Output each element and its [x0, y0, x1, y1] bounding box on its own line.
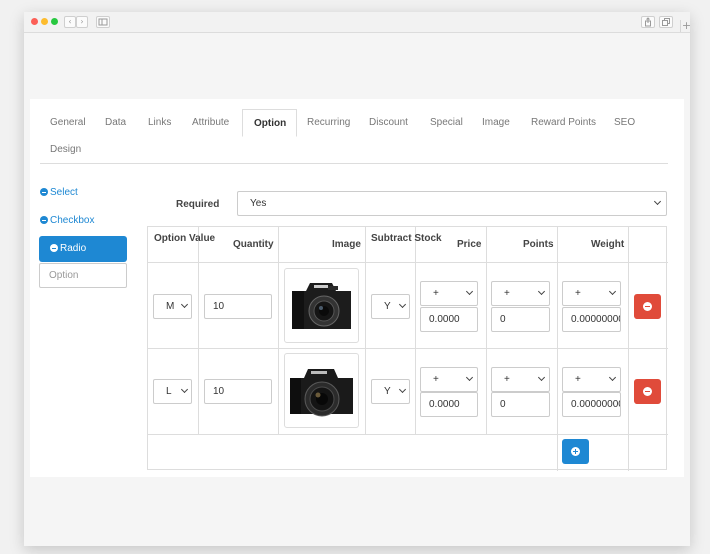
share-icon[interactable]	[641, 16, 655, 28]
price-input[interactable]: 0.0000	[420, 392, 478, 417]
chevron-down-icon	[537, 287, 546, 296]
plus-circle-icon	[571, 447, 580, 456]
close-window-button[interactable]	[31, 18, 38, 25]
form-tabs: General Data Links Attribute Option Recu…	[40, 109, 668, 164]
forward-arrow-icon[interactable]: ›	[76, 16, 88, 28]
sidebar-item-checkbox[interactable]: Checkbox	[40, 215, 94, 226]
sidebar-item-radio[interactable]: Radio	[39, 236, 127, 262]
sidebar-item-label: Radio	[60, 243, 87, 254]
chevron-down-icon	[398, 385, 407, 394]
points-prefix: +	[504, 288, 510, 299]
chevron-down-icon	[653, 197, 662, 206]
product-form-panel: General Data Links Attribute Option Recu…	[30, 99, 684, 477]
header-points: Points	[523, 239, 554, 250]
tab-seo[interactable]: SEO	[614, 117, 635, 128]
price-prefix-select[interactable]: +	[420, 367, 478, 392]
chevron-down-icon	[608, 373, 617, 382]
sidebar-item-select[interactable]: Select	[40, 187, 78, 198]
required-select[interactable]: Yes	[237, 191, 667, 216]
camera-photo-icon	[292, 283, 351, 329]
back-arrow-icon[interactable]: ‹	[64, 16, 76, 28]
option-image-thumbnail[interactable]	[284, 353, 359, 428]
option-image-thumbnail[interactable]	[284, 268, 359, 343]
required-label: Required	[176, 199, 220, 210]
camera-photo-icon	[290, 369, 353, 417]
weight-prefix-select[interactable]: +	[562, 367, 621, 392]
minus-circle-icon	[40, 216, 48, 224]
tab-discount[interactable]: Discount	[369, 117, 408, 128]
tab-data[interactable]: Data	[105, 117, 126, 128]
minus-circle-icon	[40, 188, 48, 196]
chevron-down-icon	[180, 385, 189, 394]
subtract-stock-value: Y	[384, 386, 391, 397]
remove-option-button[interactable]	[634, 294, 661, 319]
chevron-down-icon	[537, 373, 546, 382]
required-value: Yes	[250, 198, 267, 209]
sidebar-item-label: Checkbox	[50, 215, 95, 226]
header-weight: Weight	[591, 239, 625, 250]
header-option-value: Option Value	[154, 233, 216, 244]
points-input[interactable]: 0	[491, 307, 550, 332]
sidebar-item-label: Select	[50, 187, 78, 198]
minus-circle-icon	[643, 302, 652, 311]
header-quantity: Quantity	[233, 239, 274, 250]
option-value: M	[166, 301, 175, 312]
minus-circle-icon	[643, 387, 652, 396]
quantity-input[interactable]: 10	[204, 379, 272, 404]
option-value-select[interactable]: M	[153, 294, 192, 319]
weight-prefix-select[interactable]: +	[562, 281, 621, 306]
tab-image[interactable]: Image	[482, 117, 510, 128]
chevron-down-icon	[398, 300, 407, 309]
points-input[interactable]: 0	[491, 392, 550, 417]
sidebar-toggle-icon[interactable]	[96, 16, 110, 28]
option-value: L	[166, 386, 172, 397]
chevron-down-icon	[465, 373, 474, 382]
chevron-down-icon	[465, 287, 474, 296]
weight-input[interactable]: 0.00000000	[562, 392, 621, 417]
maximize-window-button[interactable]	[51, 18, 58, 25]
price-prefix: +	[433, 288, 439, 299]
tab-overview-icon[interactable]	[659, 16, 673, 28]
weight-prefix: +	[575, 374, 581, 385]
option-autocomplete-input[interactable]: Option	[39, 263, 127, 288]
option-values-table: Option Value Quantity Image Subtract Sto…	[147, 226, 668, 471]
weight-prefix: +	[575, 288, 581, 299]
weight-input[interactable]: 0.00000000	[562, 307, 621, 332]
chevron-down-icon	[180, 300, 189, 309]
subtract-stock-select[interactable]: Y	[371, 379, 410, 404]
header-subtract-stock: Subtract Stock	[371, 233, 442, 244]
minimize-window-button[interactable]	[41, 18, 48, 25]
option-value-select[interactable]: L	[153, 379, 192, 404]
price-prefix-select[interactable]: +	[420, 281, 478, 306]
add-option-value-button[interactable]	[562, 439, 589, 464]
browser-titlebar: ‹ › +	[24, 12, 692, 33]
chevron-down-icon	[608, 287, 617, 296]
new-tab-plus-icon[interactable]: +	[680, 20, 692, 32]
browser-window: ‹ › + General Data Links Attribute Optio…	[24, 12, 692, 546]
points-prefix-select[interactable]: +	[491, 281, 550, 306]
points-prefix: +	[504, 374, 510, 385]
tab-general[interactable]: General	[50, 117, 86, 128]
subtract-stock-value: Y	[384, 301, 391, 312]
price-prefix: +	[433, 374, 439, 385]
remove-option-button[interactable]	[634, 379, 661, 404]
tab-design[interactable]: Design	[50, 144, 81, 155]
header-image: Image	[332, 239, 361, 250]
tab-attribute[interactable]: Attribute	[192, 117, 229, 128]
tab-reward-points[interactable]: Reward Points	[531, 117, 596, 128]
subtract-stock-select[interactable]: Y	[371, 294, 410, 319]
tab-option[interactable]: Option	[242, 109, 298, 137]
tab-recurring[interactable]: Recurring	[307, 117, 350, 128]
tab-special[interactable]: Special	[430, 117, 463, 128]
header-price: Price	[457, 239, 482, 250]
price-input[interactable]: 0.0000	[420, 307, 478, 332]
minus-circle-icon	[50, 244, 58, 252]
points-prefix-select[interactable]: +	[491, 367, 550, 392]
tab-links[interactable]: Links	[148, 117, 171, 128]
quantity-input[interactable]: 10	[204, 294, 272, 319]
